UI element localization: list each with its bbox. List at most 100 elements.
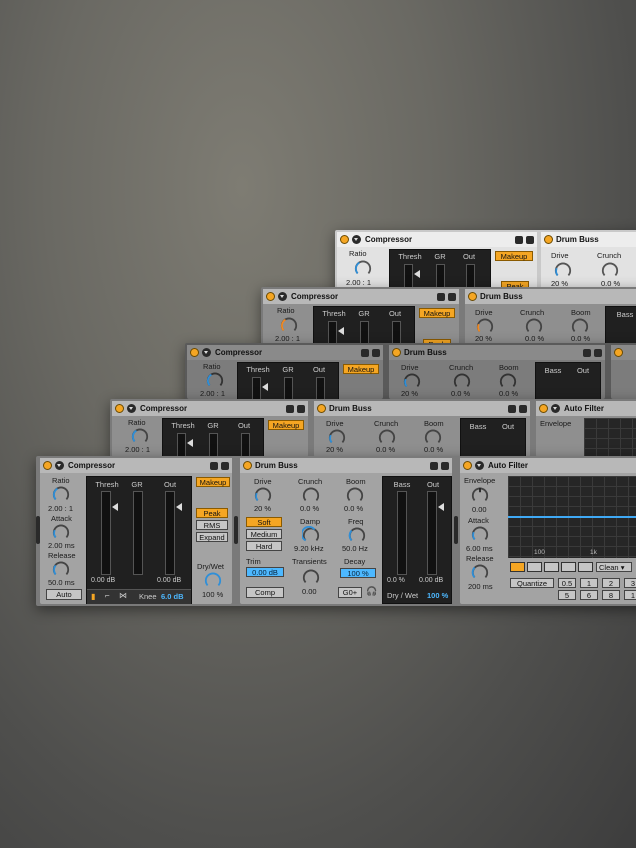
highpass-icon[interactable] <box>527 562 542 572</box>
morph-icon[interactable] <box>578 562 593 572</box>
device-on-icon[interactable] <box>243 461 252 470</box>
chain-handle[interactable] <box>234 516 238 544</box>
makeup-button[interactable]: Makeup <box>343 364 379 374</box>
sidechain-icon[interactable]: ⋈ <box>119 591 127 600</box>
decay-value-box[interactable]: 100 % <box>340 568 376 578</box>
hotswap-icon[interactable] <box>583 348 591 357</box>
crunch-knob[interactable] <box>378 428 396 446</box>
device-on-icon[interactable] <box>340 235 349 244</box>
drive-knob[interactable] <box>328 428 346 446</box>
quantize-option[interactable]: 6 <box>580 590 598 600</box>
save-icon[interactable] <box>221 461 229 470</box>
fold-icon[interactable] <box>352 235 361 244</box>
save-icon[interactable] <box>441 461 449 470</box>
fold-icon[interactable] <box>475 461 484 470</box>
filter-curve[interactable] <box>508 516 636 518</box>
device-on-icon[interactable] <box>614 348 623 357</box>
attack-knob[interactable] <box>52 523 70 541</box>
transfer-curve-icon[interactable]: ⌐ <box>105 591 110 600</box>
device-on-icon[interactable] <box>463 461 472 470</box>
out-arrow-icon[interactable] <box>438 503 444 511</box>
transients-knob[interactable] <box>302 568 320 586</box>
crunch-knob[interactable] <box>525 317 543 335</box>
quantize-option[interactable]: 0.5 <box>558 578 576 588</box>
knee-value[interactable]: 6.0 dB <box>161 592 184 601</box>
device-on-icon[interactable] <box>43 461 52 470</box>
filter-graph[interactable]: 100 1k <box>508 476 636 558</box>
save-icon[interactable] <box>594 348 602 357</box>
mode-select[interactable]: Clean ▾ <box>596 562 632 572</box>
device-on-icon[interactable] <box>539 404 548 413</box>
makeup-button[interactable]: Makeup <box>196 477 230 487</box>
fold-icon[interactable] <box>55 461 64 470</box>
hotswap-icon[interactable] <box>437 292 445 301</box>
drywet-knob[interactable] <box>204 571 222 589</box>
device-on-icon[interactable] <box>544 235 553 244</box>
ratio-knob[interactable] <box>206 371 224 389</box>
quantize-option[interactable]: 2 <box>602 578 620 588</box>
thresh-arrow-icon[interactable] <box>338 327 344 335</box>
makeup-button[interactable]: Makeup <box>268 420 304 430</box>
thresh-arrow-icon[interactable] <box>112 503 118 511</box>
quantize-option[interactable]: 1 <box>624 590 636 600</box>
boom-audition-button[interactable]: G0+ <box>338 587 362 598</box>
quantize-option[interactable]: 8 <box>602 590 620 600</box>
drive-knob[interactable] <box>254 486 272 504</box>
hotswap-icon[interactable] <box>430 461 438 470</box>
makeup-button[interactable]: Makeup <box>419 308 455 318</box>
ratio-knob[interactable] <box>280 316 298 334</box>
chain-handle[interactable] <box>454 516 458 544</box>
quantize-button[interactable]: Quantize <box>510 578 554 588</box>
device-on-icon[interactable] <box>115 404 124 413</box>
thresh-arrow-icon[interactable] <box>262 383 268 391</box>
drywet-value[interactable]: 100 % <box>427 591 448 600</box>
hard-button[interactable]: Hard <box>246 541 282 551</box>
headphones-icon[interactable]: 🎧 <box>366 586 377 597</box>
rms-button[interactable]: RMS <box>196 520 228 530</box>
trim-value-box[interactable]: 0.00 dB <box>246 567 284 577</box>
medium-button[interactable]: Medium <box>246 529 282 539</box>
ratio-knob[interactable] <box>354 259 372 277</box>
quantize-option[interactable]: 3 <box>624 578 636 588</box>
activity-view-icon[interactable]: ▮ <box>91 592 95 601</box>
freq-knob[interactable] <box>348 526 366 544</box>
lowpass-icon[interactable] <box>510 562 525 572</box>
hotswap-icon[interactable] <box>210 461 218 470</box>
fold-icon[interactable] <box>551 404 560 413</box>
peak-button[interactable]: Peak <box>196 508 228 518</box>
thresh-arrow-icon[interactable] <box>187 439 193 447</box>
drive-knob[interactable] <box>476 317 494 335</box>
crunch-knob[interactable] <box>302 486 320 504</box>
bandpass-icon[interactable] <box>544 562 559 572</box>
ratio-knob[interactable] <box>52 485 70 503</box>
drive-knob[interactable] <box>403 372 421 390</box>
auto-release-button[interactable]: Auto <box>46 589 82 600</box>
fold-icon[interactable] <box>278 292 287 301</box>
save-icon[interactable] <box>526 235 534 244</box>
thresh-arrow-icon[interactable] <box>414 270 420 278</box>
fold-icon[interactable] <box>127 404 136 413</box>
fold-icon[interactable] <box>202 348 211 357</box>
filter-graph[interactable] <box>584 418 636 458</box>
quantize-option[interactable]: 5 <box>558 590 576 600</box>
hotswap-icon[interactable] <box>286 404 294 413</box>
boom-knob[interactable] <box>571 317 589 335</box>
save-icon[interactable] <box>297 404 305 413</box>
device-on-icon[interactable] <box>190 348 199 357</box>
makeup-button[interactable]: Makeup <box>495 251 533 261</box>
ratio-knob[interactable] <box>131 427 149 445</box>
out-arrow-icon[interactable] <box>176 503 182 511</box>
save-icon[interactable] <box>372 348 380 357</box>
release-knob[interactable] <box>52 560 70 578</box>
crunch-knob[interactable] <box>453 372 471 390</box>
thresh-meter[interactable] <box>101 491 111 575</box>
expand-button[interactable]: Expand <box>196 532 228 542</box>
chain-handle[interactable] <box>36 516 40 544</box>
soft-button[interactable]: Soft <box>246 517 282 527</box>
device-on-icon[interactable] <box>266 292 275 301</box>
envelope-knob[interactable] <box>471 486 489 504</box>
save-icon[interactable] <box>519 404 527 413</box>
release-knob[interactable] <box>471 563 489 581</box>
attack-knob[interactable] <box>471 525 489 543</box>
out-meter[interactable] <box>427 491 437 575</box>
